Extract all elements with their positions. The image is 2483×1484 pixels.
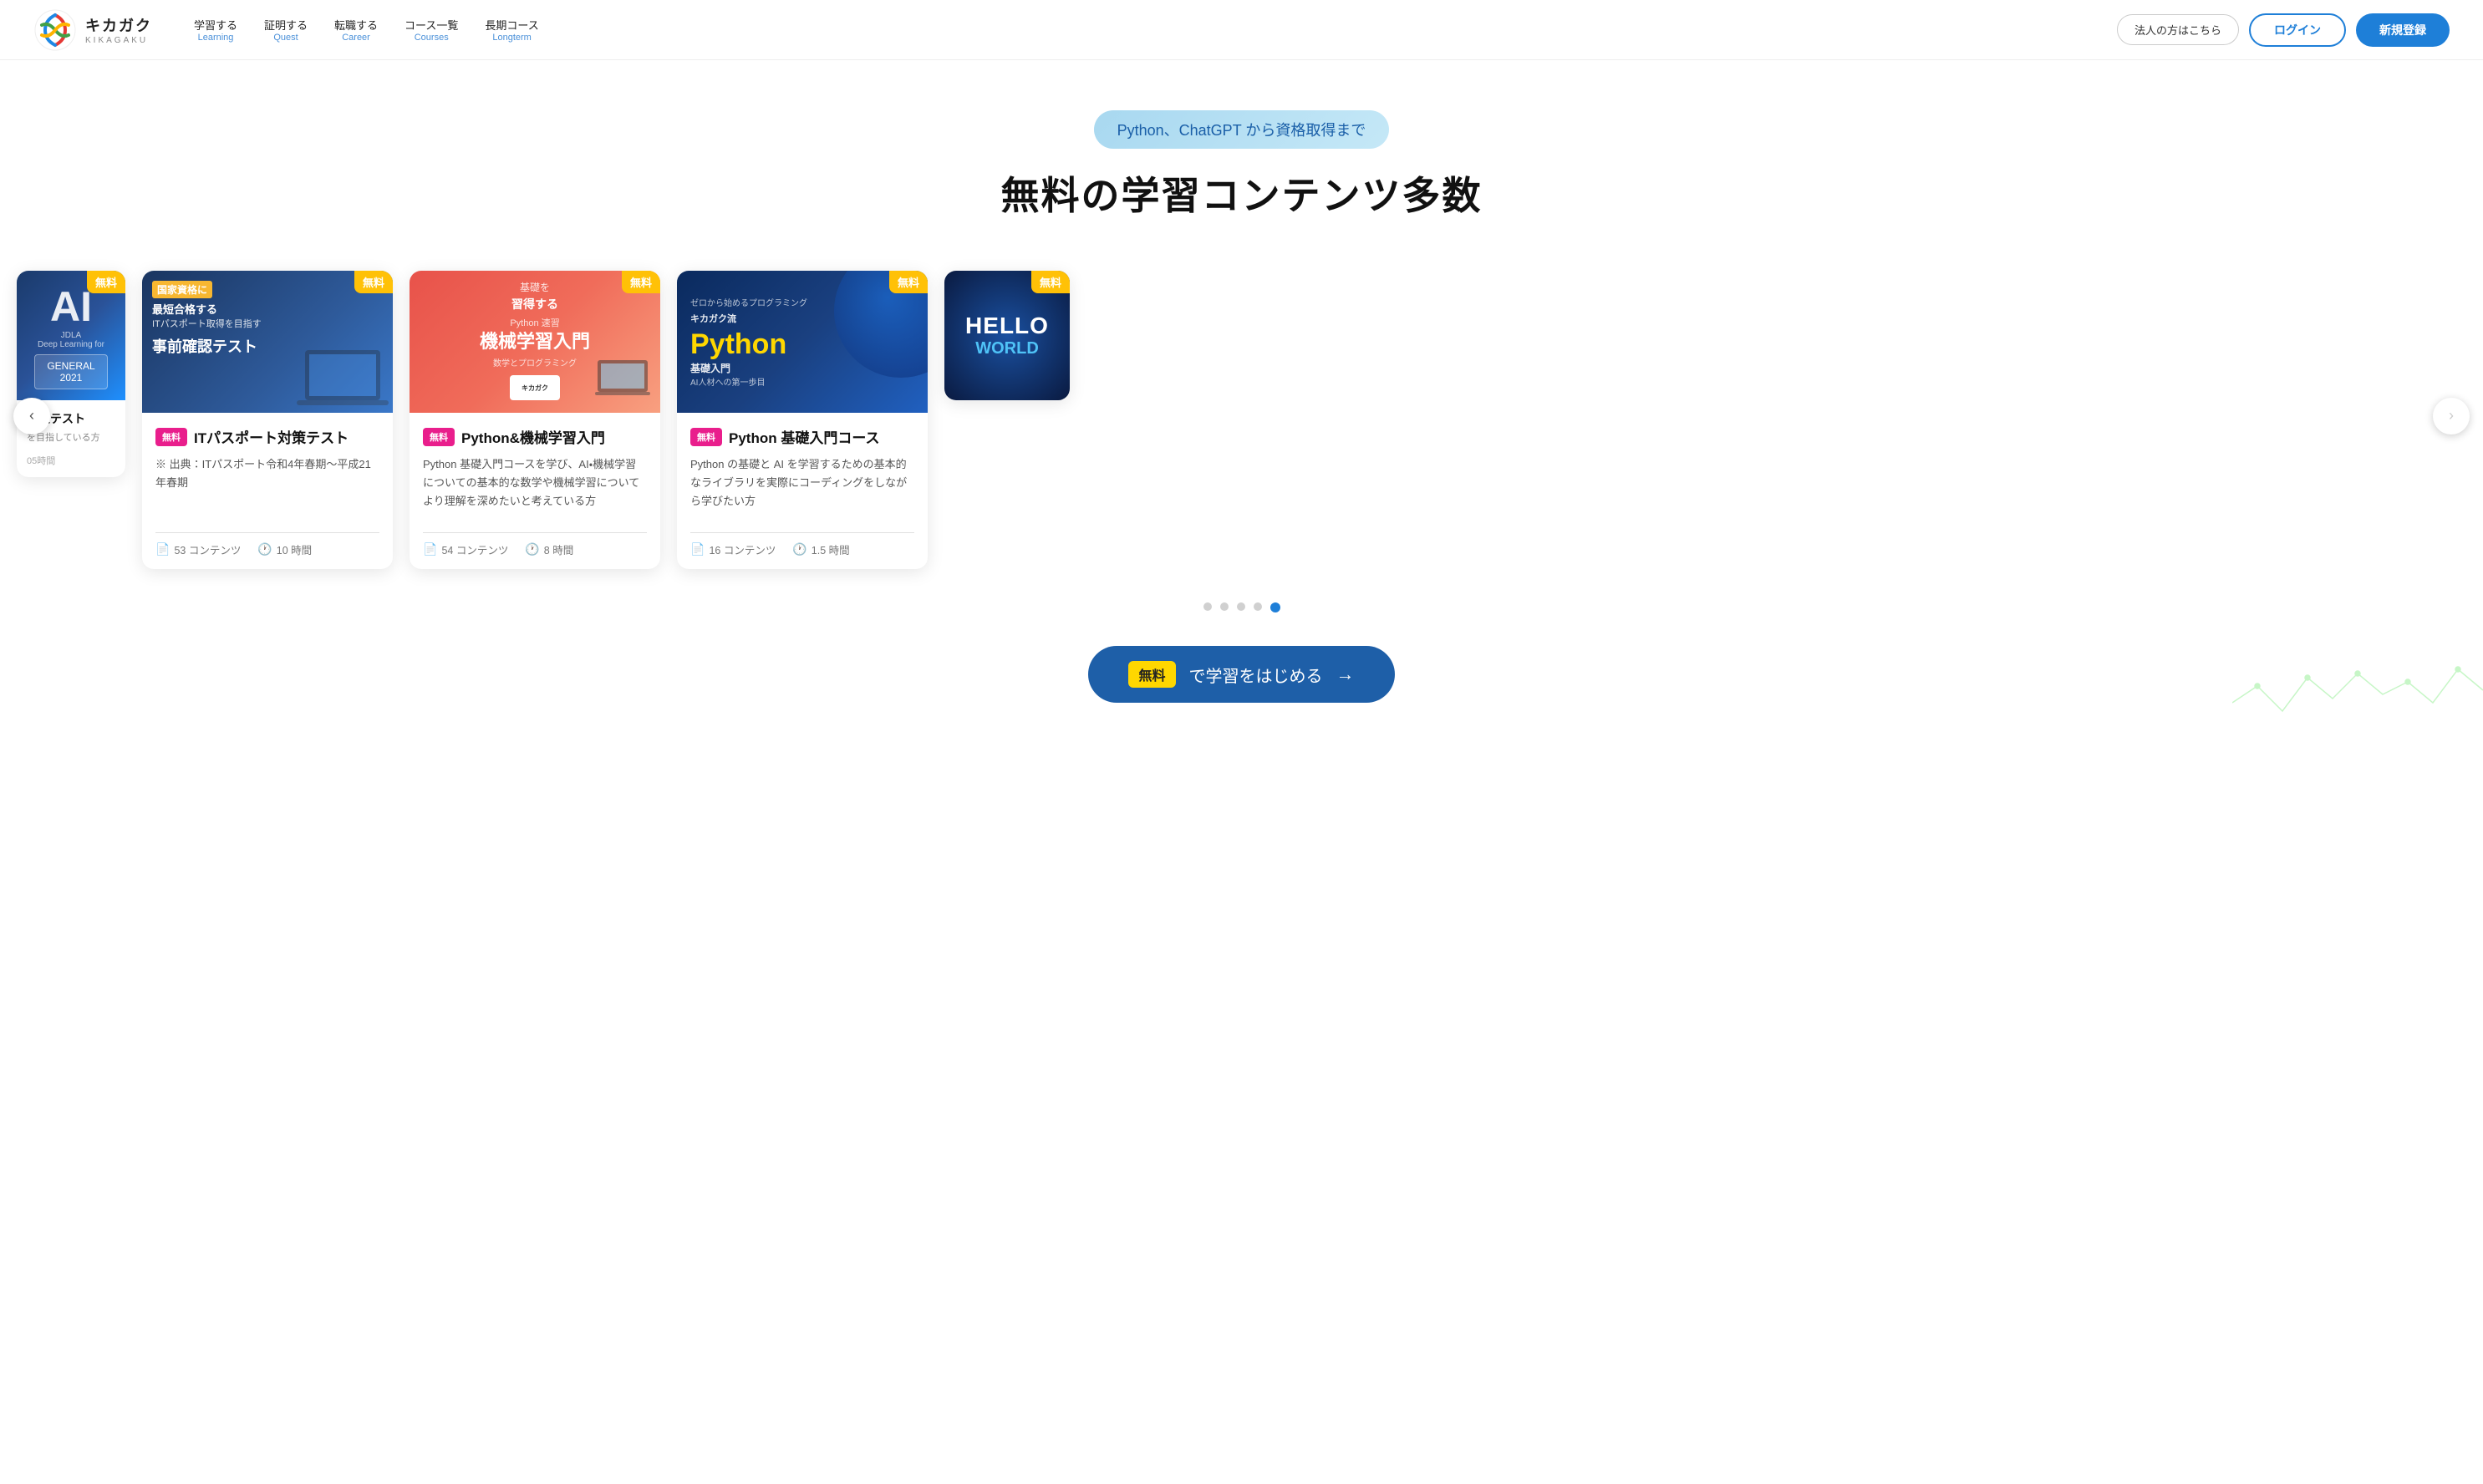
chevron-right-icon: › <box>2449 407 2454 424</box>
badge-free-it: 無料 <box>354 271 393 293</box>
badge-free-ml: 無料 <box>622 271 660 293</box>
carousel-prev-button[interactable]: ‹ <box>13 398 50 435</box>
cta-start-button[interactable]: 無料 で学習をはじめる → <box>1088 646 1394 703</box>
card-desc-it: ※ 出典：ITパスポート令和4年春期〜平成21年春期 <box>155 455 379 522</box>
card-python-basic[interactable]: ゼロから始めるプログラミング キカガク流 Python 基礎入門 AI人材への第… <box>677 271 928 569</box>
card-thumbnail-hello: HELLO WORLD 無料 <box>944 271 1070 400</box>
card-body-ml: 無料 Python&機械学習入門 Python 基礎入門コースを学び、AI・機械… <box>410 413 660 569</box>
card-body-pb: 無料 Python 基礎入門コース Python の基礎と AI を学習するため… <box>677 413 928 569</box>
card-thumbnail-python-ml: 基礎を 習得する Python 速習 機械学習入門 数学とプログラミング キカガ… <box>410 271 660 413</box>
logo-icon <box>33 8 77 52</box>
cta-label: で学習をはじめる <box>1189 663 1323 687</box>
card-body-it: 無料 ITパスポート対策テスト ※ 出典：ITパスポート令和4年春期〜平成21年… <box>142 413 393 569</box>
chevron-left-icon: ‹ <box>29 407 34 424</box>
dot-5[interactable] <box>1270 602 1280 612</box>
nav-longterm[interactable]: 長期コース Longterm <box>485 17 538 43</box>
carousel-dots <box>0 602 2483 612</box>
logo[interactable]: キカガク KIKAGAKU <box>33 8 167 52</box>
contents-count-it: 53 コンテンツ <box>174 541 241 557</box>
partial-card-sub: を目指している方 <box>27 430 115 444</box>
dot-3[interactable] <box>1237 602 1245 611</box>
card-ai-partial[interactable]: AI JDLADeep Learning for GENERAL2021 無料 … <box>17 271 125 477</box>
hero-badge: Python、ChatGPT から資格取得まで <box>1094 110 1390 149</box>
dot-2[interactable] <box>1220 602 1229 611</box>
logo-name: キカガク <box>85 14 152 36</box>
badge-free-ai: 無料 <box>87 271 125 293</box>
clock-icon: 🕐 <box>257 542 272 556</box>
tag-free-pb: 無料 <box>690 428 722 446</box>
kikagaku-logo-ml: キカガク <box>510 375 560 400</box>
cta-section: 無料 で学習をはじめる → <box>0 638 2483 753</box>
laptop-ml-icon <box>593 358 652 400</box>
card-desc-pb: Python の基礎と AI を学習するための基本的なライブラリを実際にコーディ… <box>690 455 914 522</box>
nav-quest[interactable]: 証明する Quest <box>264 17 308 43</box>
contents-count-ml: 54 コンテンツ <box>441 541 508 557</box>
card-hello-partial[interactable]: HELLO WORLD 無料 <box>944 271 1070 400</box>
document-icon: 📄 <box>155 542 170 556</box>
card-thumbnail-ai: AI JDLADeep Learning for GENERAL2021 無料 <box>17 271 125 400</box>
hours-it: 10 時間 <box>277 541 312 557</box>
card-desc-ml: Python 基礎入門コースを学び、AI・機械学習についての基本的な数学や機械学… <box>423 455 647 522</box>
badge-free-hello: 無料 <box>1031 271 1070 293</box>
logo-text: キカガク KIKAGAKU <box>85 14 152 45</box>
carousel-track: AI JDLADeep Learning for GENERAL2021 無料 … <box>0 271 2483 569</box>
card-title-ml: Python&機械学習入門 <box>461 426 605 447</box>
card-meta-pb: 📄 16 コンテンツ 🕐 1.5 時間 <box>690 541 914 557</box>
card-python-ml[interactable]: 基礎を 習得する Python 速習 機械学習入門 数学とプログラミング キカガ… <box>410 271 660 569</box>
clock-icon-ml: 🕐 <box>525 542 539 556</box>
dot-4[interactable] <box>1254 602 1262 611</box>
laptop-illustration <box>293 346 393 413</box>
hours-pb: 1.5 時間 <box>812 541 850 557</box>
dot-1[interactable] <box>1203 602 1212 611</box>
tag-free-ml: 無料 <box>423 428 455 446</box>
clock-icon-pb: 🕐 <box>792 542 806 556</box>
partial-card-meta: 05時間 <box>27 454 115 467</box>
document-icon-ml: 📄 <box>423 542 437 556</box>
card-meta-ml: 📄 54 コンテンツ 🕐 8 時間 <box>423 541 647 557</box>
hero-title: 無料の学習コンテンツ多数 <box>17 165 2466 221</box>
card-title-it: ITパスポート対策テスト <box>194 426 349 447</box>
hours-ml: 8 時間 <box>544 541 573 557</box>
logo-sub: KIKAGAKU <box>85 36 152 45</box>
carousel-next-button[interactable]: › <box>2433 398 2470 435</box>
card-thumbnail-it: 国家資格に 最短合格する ITパスポート取得を目指す 事前確認テスト 無料 <box>142 271 393 413</box>
register-button[interactable]: 新規登録 <box>2356 13 2450 47</box>
cta-free-tag: 無料 <box>1128 661 1175 688</box>
tag-free-it: 無料 <box>155 428 187 446</box>
main-nav: 学習する Learning 証明する Quest 転職する Career コース… <box>194 17 2090 43</box>
contents-count-pb: 16 コンテンツ <box>709 541 776 557</box>
nav-courses[interactable]: コース一覧 Courses <box>405 17 458 43</box>
card-it-passport[interactable]: 国家資格に 最短合格する ITパスポート取得を目指す 事前確認テスト 無料 <box>142 271 393 569</box>
badge-free-pb: 無料 <box>889 271 928 293</box>
corporate-button[interactable]: 法人の方はこちら <box>2117 14 2239 45</box>
card-thumbnail-python-basic: ゼロから始めるプログラミング キカガク流 Python 基礎入門 AI人材への第… <box>677 271 928 413</box>
login-button[interactable]: ログイン <box>2249 13 2346 47</box>
nav-learning[interactable]: 学習する Learning <box>194 17 237 43</box>
card-meta-it: 📄 53 コンテンツ 🕐 10 時間 <box>155 541 379 557</box>
card-title-pb: Python 基礎入門コース <box>729 426 879 447</box>
header-actions: 法人の方はこちら ログイン 新規登録 <box>2117 13 2450 47</box>
carousel: ‹ AI JDLADeep Learning for GENERAL2021 無… <box>0 246 2483 586</box>
bg-decoration <box>2232 653 2483 753</box>
header: キカガク KIKAGAKU 学習する Learning 証明する Quest 転… <box>0 0 2483 60</box>
cta-arrow-icon: → <box>1336 663 1355 685</box>
nav-career[interactable]: 転職する Career <box>334 17 378 43</box>
hero-section: Python、ChatGPT から資格取得まで 無料の学習コンテンツ多数 <box>0 60 2483 246</box>
document-icon-pb: 📄 <box>690 542 705 556</box>
